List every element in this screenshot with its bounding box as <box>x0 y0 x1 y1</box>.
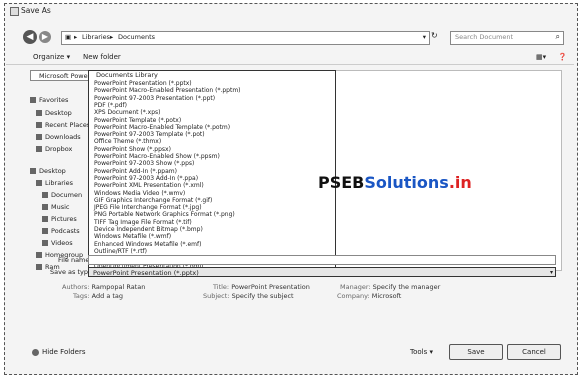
save-as-type-value: PowerPoint Presentation (*.pptx) <box>93 269 199 277</box>
file-list-area[interactable] <box>334 70 562 271</box>
view-options-icon[interactable]: ▦▾ <box>536 53 546 61</box>
tags-field[interactable]: Tags: Add a tag <box>73 292 123 300</box>
dropdown-option[interactable]: PowerPoint Presentation (*.pptx) <box>94 80 192 87</box>
manager-field[interactable]: Manager: Specify the manager <box>340 283 440 291</box>
sidebar-item-desktop[interactable]: Desktop <box>36 109 72 117</box>
title-field[interactable]: Title: PowerPoint Presentation <box>213 283 310 291</box>
podcast-icon <box>42 228 48 234</box>
file-name-label: File name: <box>58 256 92 264</box>
back-arrow-icon[interactable]: ◀ <box>23 30 37 44</box>
library-icon <box>36 180 42 186</box>
save-as-type-select[interactable]: PowerPoint Presentation (*.pptx) ▾ <box>88 267 556 277</box>
watermark-logo: PSEBSolutions.in <box>318 173 472 192</box>
dropdown-option[interactable]: PowerPoint 97-2003 Template (*.pot) <box>94 131 205 138</box>
dropdown-option[interactable]: JPEG File Interchange Format (*.jpg) <box>94 204 202 211</box>
dropdown-option[interactable]: Windows Metafile (*.wmf) <box>94 233 171 240</box>
breadcrumb-libraries[interactable]: Libraries <box>82 33 110 41</box>
folder-icon: ▣ <box>65 33 72 41</box>
app-icon <box>10 7 19 16</box>
window-title: Save As <box>21 6 51 15</box>
picture-icon <box>42 216 48 222</box>
organize-button[interactable]: Organize ▾ <box>33 53 70 61</box>
dropdown-option[interactable]: PowerPoint Add-In (*.ppam) <box>94 168 177 175</box>
sidebar-item-videos[interactable]: Videos <box>42 239 73 247</box>
dropdown-option[interactable]: PowerPoint 97-2003 Presentation (*.ppt) <box>94 95 215 102</box>
forward-arrow-icon[interactable]: ▶ <box>39 31 51 43</box>
file-name-field[interactable] <box>88 255 556 265</box>
dropdown-option[interactable]: XPS Document (*.xps) <box>94 109 161 116</box>
homegroup-icon <box>36 252 42 258</box>
dropdown-option[interactable]: PowerPoint Template (*.potx) <box>94 117 181 124</box>
search-input[interactable]: Search Document ⌕ <box>450 31 564 45</box>
toolbar: Organize ▾ New folder ▦▾ ❓ <box>6 50 574 65</box>
sidebar-item-pictures[interactable]: Pictures <box>42 215 77 223</box>
breadcrumb-documents[interactable]: Documents <box>118 33 155 41</box>
dropdown-option[interactable]: Office Theme (*.thmx) <box>94 138 161 145</box>
video-icon <box>42 240 48 246</box>
desktop-icon <box>30 168 36 174</box>
navigation-bar: ◀ ▶ ▣ ▸ Libraries ▸ Documents ▾ ↻ Search… <box>6 26 574 48</box>
sidebar-item-dropbox[interactable]: Dropbox <box>36 145 72 153</box>
refresh-icon[interactable]: ↻ <box>431 31 441 43</box>
new-folder-button[interactable]: New folder <box>83 53 121 61</box>
download-icon <box>36 134 42 140</box>
dialog-footer: Hide Folders Tools ▾ Save Cancel <box>6 335 574 365</box>
dropdown-header: Documents Library <box>96 71 158 79</box>
subject-field[interactable]: Subject: Specify the subject <box>203 292 294 300</box>
dropdown-option[interactable]: PowerPoint Macro-Enabled Presentation (*… <box>94 87 241 94</box>
dropdown-option[interactable]: Device Independent Bitmap (*.bmp) <box>94 226 203 233</box>
company-field[interactable]: Company: Microsoft <box>337 292 401 300</box>
dropdown-option[interactable]: PowerPoint Show (*.ppsx) <box>94 146 171 153</box>
sidebar-item-downloads[interactable]: Downloads <box>36 133 81 141</box>
collapse-icon <box>32 348 39 356</box>
recent-icon <box>36 122 42 128</box>
dropdown-option[interactable]: PowerPoint Macro-Enabled Show (*.ppsm) <box>94 153 220 160</box>
address-bar[interactable]: ▣ ▸ Libraries ▸ Documents ▾ <box>61 31 430 45</box>
save-as-type-dropdown-list: Documents Library PowerPoint Presentatio… <box>88 70 336 271</box>
dropdown-option[interactable]: PowerPoint 97-2003 Show (*.pps) <box>94 160 194 167</box>
sidebar-item-documents[interactable]: Documen <box>42 191 82 199</box>
sidebar-item-libraries[interactable]: Libraries <box>36 179 73 187</box>
chevron-down-icon[interactable]: ▾ <box>550 268 553 278</box>
tools-button[interactable]: Tools ▾ <box>410 348 433 356</box>
save-button[interactable]: Save <box>449 344 503 360</box>
hide-folders-button[interactable]: Hide Folders <box>32 348 85 356</box>
sidebar: Favorites Desktop Recent Places Download… <box>30 66 92 281</box>
dropdown-option[interactable]: Outline/RTF (*.rtf) <box>94 248 147 255</box>
help-icon[interactable]: ❓ <box>558 53 567 61</box>
cancel-button[interactable]: Cancel <box>507 344 561 360</box>
document-icon <box>42 192 48 198</box>
sidebar-item-favorites[interactable]: Favorites <box>30 96 68 104</box>
sidebar-item-music[interactable]: Music <box>42 203 70 211</box>
dropdown-option[interactable]: PowerPoint 97-2003 Add-In (*.ppa) <box>94 175 198 182</box>
dropdown-option[interactable]: PowerPoint Macro-Enabled Template (*.pot… <box>94 124 230 131</box>
dropdown-option[interactable]: Windows Media Video (*.wmv) <box>94 190 185 197</box>
sidebar-item-recent-places[interactable]: Recent Places <box>36 121 90 129</box>
dropdown-option[interactable]: PowerPoint XML Presentation (*.xml) <box>94 182 204 189</box>
dropdown-option[interactable]: PNG Portable Network Graphics Format (*.… <box>94 211 235 218</box>
dropdown-option[interactable]: Enhanced Windows Metafile (*.emf) <box>94 241 201 248</box>
dropdown-option[interactable]: GIF Graphics Interchange Format (*.gif) <box>94 197 212 204</box>
sidebar-item-desktop-root[interactable]: Desktop <box>30 167 66 175</box>
desktop-icon <box>36 110 42 116</box>
dropbox-icon <box>36 146 42 152</box>
music-icon <box>42 204 48 210</box>
search-icon: ⌕ <box>555 32 560 41</box>
search-placeholder: Search Document <box>455 33 514 41</box>
authors-field[interactable]: Authors: Rampopal Ratan <box>62 283 145 291</box>
chevron-down-icon[interactable]: ▾ <box>423 33 426 41</box>
star-icon <box>30 97 36 103</box>
dropdown-option[interactable]: PDF (*.pdf) <box>94 102 127 109</box>
title-bar: Save As <box>6 4 574 18</box>
sidebar-item-podcasts[interactable]: Podcasts <box>42 227 80 235</box>
user-icon <box>36 264 42 270</box>
dropdown-option[interactable]: TIFF Tag Image File Format (*.tif) <box>94 219 192 226</box>
